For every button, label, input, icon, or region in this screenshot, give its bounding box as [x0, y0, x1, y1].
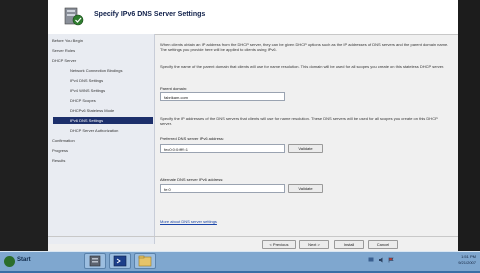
- previous-button[interactable]: < Previous: [262, 240, 296, 249]
- nav-item-ipv6-dns-label: IPv6 DNS Settings: [70, 118, 104, 123]
- nav-item-network-bindings[interactable]: Network Connection Bindings: [70, 67, 122, 74]
- next-button[interactable]: Next >: [299, 240, 329, 249]
- nav-item-before-you-begin[interactable]: Before You Begin: [52, 37, 83, 44]
- nav-item-confirmation[interactable]: Confirmation: [52, 137, 75, 144]
- nav-item-ipv4-dns[interactable]: IPv4 DNS Settings: [70, 77, 103, 84]
- install-button[interactable]: Install: [334, 240, 364, 249]
- validate-alternate-button[interactable]: Validate: [288, 184, 323, 193]
- network-icon[interactable]: [368, 257, 374, 263]
- more-dns-settings-link[interactable]: More about DNS server settings: [160, 219, 217, 224]
- parent-domain-label: Parent domain:: [160, 86, 188, 91]
- parent-domain-input[interactable]: fabrikam.com: [160, 92, 285, 101]
- wizard-server-icon: [64, 7, 84, 26]
- nav-item-dhcpv6-stateless[interactable]: DHCPv6 Stateless Mode: [70, 107, 114, 114]
- clock-date: 9/21/2007: [458, 260, 476, 265]
- nav-item-dhcp-scopes[interactable]: DHCP Scopes: [70, 97, 96, 104]
- footer-separator: [48, 236, 458, 237]
- taskbar-server-manager[interactable]: [84, 253, 106, 269]
- preferred-dns-label: Preferred DNS server IPv6 address:: [160, 136, 225, 141]
- intro-text: When clients obtain an IP address from t…: [160, 42, 449, 52]
- powershell-icon: [113, 255, 127, 267]
- preferred-dns-input[interactable]: fec0:0:0:ffff::1: [160, 144, 285, 153]
- taskbar-powershell[interactable]: [109, 253, 131, 269]
- right-letterbox: [458, 0, 480, 251]
- nav-item-ipv4-wins[interactable]: IPv4 WINS Settings: [70, 87, 105, 94]
- nav-item-results[interactable]: Results: [52, 157, 65, 164]
- nav-item-dhcp-authorization[interactable]: DHCP Server Authorization: [70, 127, 118, 134]
- explorer-icon: [138, 255, 152, 267]
- alternate-dns-input[interactable]: fe:0: [160, 184, 285, 193]
- flag-icon[interactable]: [388, 257, 394, 263]
- start-orb-icon: [4, 256, 15, 267]
- nav-item-ipv6-dns[interactable]: IPv6 DNS Settings: [53, 117, 153, 124]
- wizard-header: Specify IPv6 DNS Server Settings: [48, 0, 458, 35]
- wizard-nav: Before You Begin Server Roles DHCP Serve…: [48, 34, 155, 244]
- taskbar: Start 1:51 PM 9/21/2007: [0, 251, 480, 271]
- domain-description: Specify the name of the parent domain th…: [160, 64, 445, 69]
- server-manager-icon: [89, 255, 101, 267]
- validate-preferred-button[interactable]: Validate: [288, 144, 323, 153]
- cancel-button[interactable]: Cancel: [368, 240, 398, 249]
- start-button[interactable]: Start: [2, 254, 42, 269]
- left-letterbox: [0, 0, 48, 251]
- dns-description: Specify the IP addresses of the DNS serv…: [160, 116, 438, 126]
- speaker-icon[interactable]: [378, 257, 384, 263]
- taskbar-explorer[interactable]: [134, 253, 156, 269]
- wizard-window: Specify IPv6 DNS Server Settings Before …: [0, 0, 480, 251]
- nav-item-dhcp-server[interactable]: DHCP Server: [52, 57, 76, 64]
- wizard-title: Specify IPv6 DNS Server Settings: [94, 11, 206, 18]
- start-label: Start: [17, 257, 31, 263]
- wizard-content: When clients obtain an IP address from t…: [155, 34, 458, 244]
- alternate-dns-label: Alternate DNS server IPv6 address:: [160, 177, 224, 182]
- clock[interactable]: 1:51 PM 9/21/2007: [458, 254, 476, 266]
- nav-item-server-roles[interactable]: Server Roles: [52, 47, 75, 54]
- nav-item-progress[interactable]: Progress: [52, 147, 68, 154]
